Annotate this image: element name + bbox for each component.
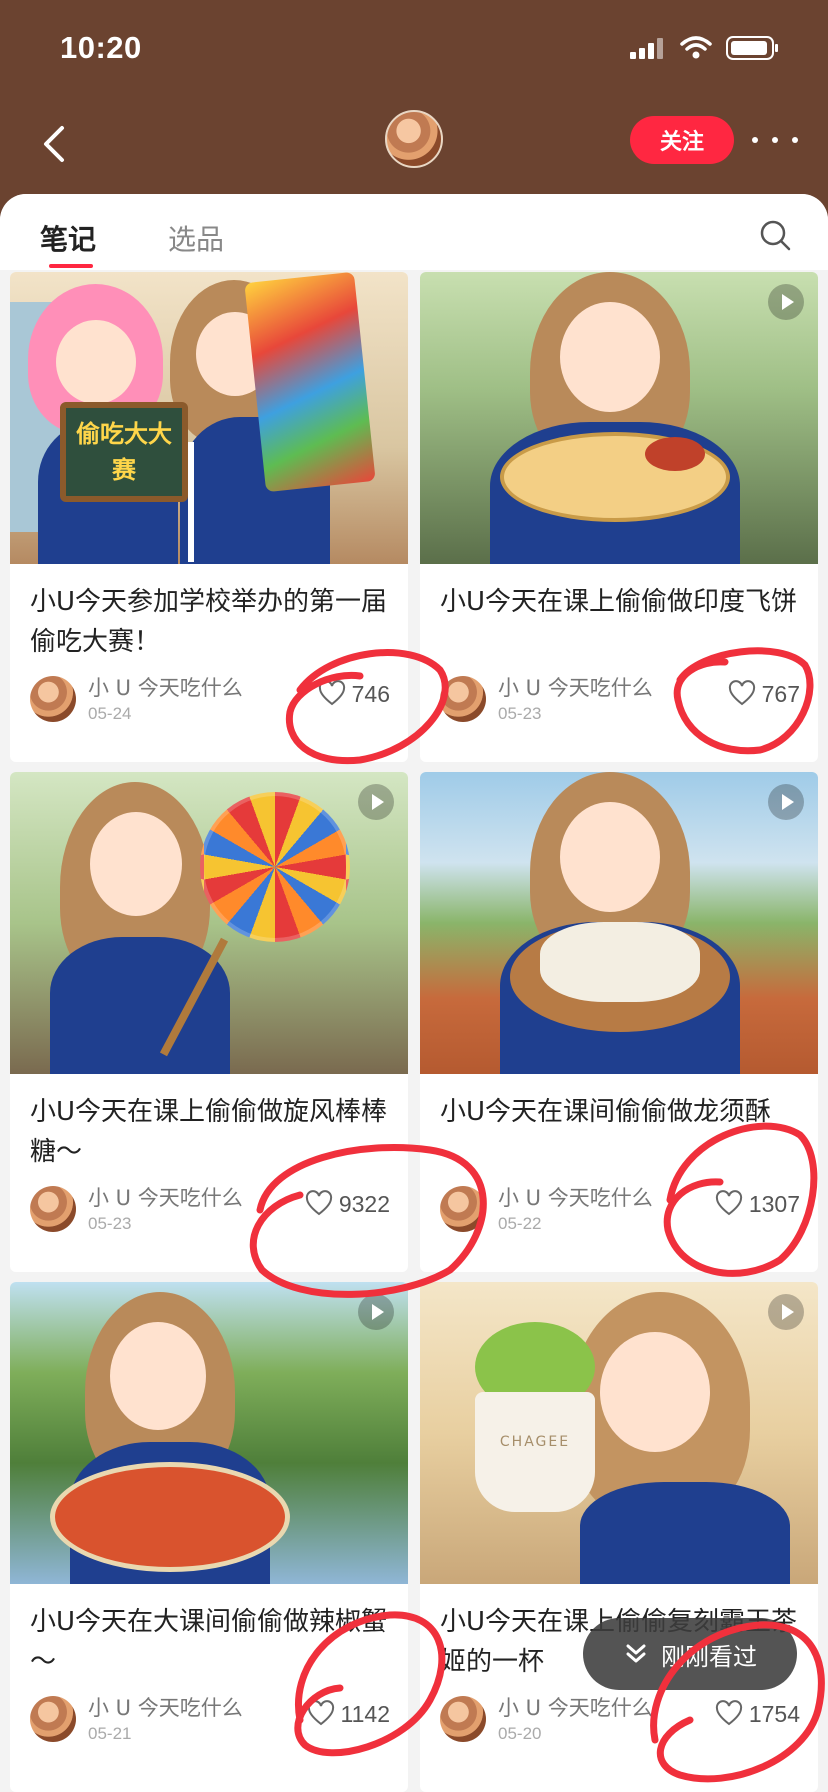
profile-nav-bar: 关注 [0, 100, 828, 196]
note-card[interactable]: 小U今天在课上偷偷做旋风棒棒糖～ 小 U 今天吃什么 05-23 9322 [10, 772, 408, 1272]
note-thumbnail [420, 272, 818, 564]
note-thumbnail [10, 772, 408, 1074]
note-meta: 小 U 今天吃什么 05-20 1754 [420, 1684, 818, 1754]
author-name[interactable]: 小 U 今天吃什么 [88, 1182, 243, 1212]
signal-icon [630, 38, 663, 59]
note-card[interactable]: 小U今天在大课间偷偷做辣椒蟹～ 小 U 今天吃什么 05-21 1142 [10, 1282, 408, 1792]
double-chevron-down-icon [626, 1644, 646, 1663]
like-count: 767 [761, 680, 800, 707]
heart-icon [307, 1700, 334, 1726]
note-title: 小U今天在课间偷偷做龙须酥 [440, 1097, 772, 1127]
note-title: 小U今天在课上偷偷做印度飞饼 [440, 587, 798, 617]
note-card[interactable]: CHAGEE 小U今天在课上偷偷复刻霸王茶姬的一杯 小 U 今天吃什么 05-2… [420, 1282, 818, 1792]
like-button[interactable]: 1754 [715, 1700, 800, 1728]
more-icon[interactable] [752, 122, 798, 158]
note-card[interactable]: 偷吃大大赛 小U今天参加学校举办的第一届偷吃大赛！ 小 U 今天吃什么 05-2… [10, 272, 408, 762]
note-thumbnail [10, 1282, 408, 1584]
author-name[interactable]: 小 U 今天吃什么 [88, 1692, 243, 1722]
author-name[interactable]: 小 U 今天吃什么 [88, 672, 243, 702]
challenge-sign: 偷吃大大赛 [60, 402, 188, 502]
author-name[interactable]: 小 U 今天吃什么 [498, 1182, 653, 1212]
author-avatar[interactable] [440, 676, 486, 722]
heart-icon [305, 1190, 332, 1216]
wifi-icon [680, 36, 712, 59]
recently-viewed-button[interactable]: 刚刚看过 [583, 1618, 797, 1690]
like-count: 1754 [748, 1700, 800, 1727]
search-icon[interactable] [758, 218, 792, 252]
back-arrow-icon[interactable] [30, 118, 82, 170]
tab-products[interactable]: 选品 [168, 218, 224, 258]
author-name[interactable]: 小 U 今天吃什么 [498, 1692, 653, 1722]
like-button[interactable]: 1307 [715, 1190, 800, 1218]
post-date: 05-22 [498, 1214, 542, 1233]
author-avatar[interactable] [440, 1186, 486, 1232]
note-card[interactable]: 小U今天在课间偷偷做龙须酥 小 U 今天吃什么 05-22 1307 [420, 772, 818, 1272]
active-tab-indicator [49, 264, 93, 268]
tab-notes[interactable]: 笔记 [40, 218, 96, 258]
note-meta: 小 U 今天吃什么 05-21 1142 [10, 1684, 408, 1754]
author-avatar[interactable] [30, 1186, 76, 1232]
author-avatar[interactable] [440, 1696, 486, 1742]
content-sheet: 笔记 选品 偷吃大大赛 小U今天参加学校举办的第一届偷吃大赛！ 小 U 今天吃什… [0, 194, 828, 1792]
battery-icon [726, 36, 778, 60]
author-avatar[interactable] [30, 1696, 76, 1742]
like-count: 1142 [340, 1700, 390, 1727]
note-meta: 小 U 今天吃什么 05-23 9322 [10, 1174, 408, 1244]
note-thumbnail: CHAGEE [420, 1282, 818, 1584]
like-button[interactable]: 767 [728, 680, 800, 708]
heart-icon [715, 1190, 742, 1216]
profile-avatar[interactable] [385, 110, 443, 168]
like-button[interactable]: 9322 [305, 1190, 390, 1218]
like-count: 1307 [748, 1190, 800, 1217]
heart-icon [728, 680, 755, 706]
like-button[interactable]: 1142 [307, 1700, 390, 1728]
note-card[interactable]: 小U今天在课上偷偷做印度飞饼 小 U 今天吃什么 05-23 767 [420, 272, 818, 762]
tab-bar: 笔记 选品 [0, 194, 828, 270]
like-count: 9322 [338, 1190, 390, 1217]
like-count: 746 [351, 680, 390, 707]
note-thumbnail: 偷吃大大赛 [10, 272, 408, 564]
follow-button[interactable]: 关注 [630, 116, 734, 164]
author-avatar[interactable] [30, 676, 76, 722]
cup: CHAGEE [475, 1392, 595, 1512]
recently-viewed-label: 刚刚看过 [661, 1642, 757, 1671]
post-date: 05-24 [88, 704, 132, 723]
post-date: 05-21 [88, 1724, 132, 1743]
status-bar: 10:20 [0, 0, 828, 100]
note-thumbnail [420, 772, 818, 1074]
post-date: 05-23 [498, 704, 542, 723]
note-meta: 小 U 今天吃什么 05-23 767 [420, 664, 818, 734]
status-time: 10:20 [60, 30, 142, 65]
post-date: 05-23 [88, 1214, 132, 1233]
note-title: 小U今天参加学校举办的第一届偷吃大赛！ [30, 587, 388, 657]
note-title: 小U今天在大课间偷偷做辣椒蟹～ [30, 1607, 388, 1677]
status-icons [630, 36, 780, 60]
heart-icon [318, 680, 345, 706]
post-date: 05-20 [498, 1724, 542, 1743]
author-name[interactable]: 小 U 今天吃什么 [498, 672, 653, 702]
note-meta: 小 U 今天吃什么 05-24 746 [10, 664, 408, 734]
like-button[interactable]: 746 [318, 680, 390, 708]
note-meta: 小 U 今天吃什么 05-22 1307 [420, 1174, 818, 1244]
heart-icon [715, 1700, 742, 1726]
note-title: 小U今天在课上偷偷做旋风棒棒糖～ [30, 1097, 388, 1167]
